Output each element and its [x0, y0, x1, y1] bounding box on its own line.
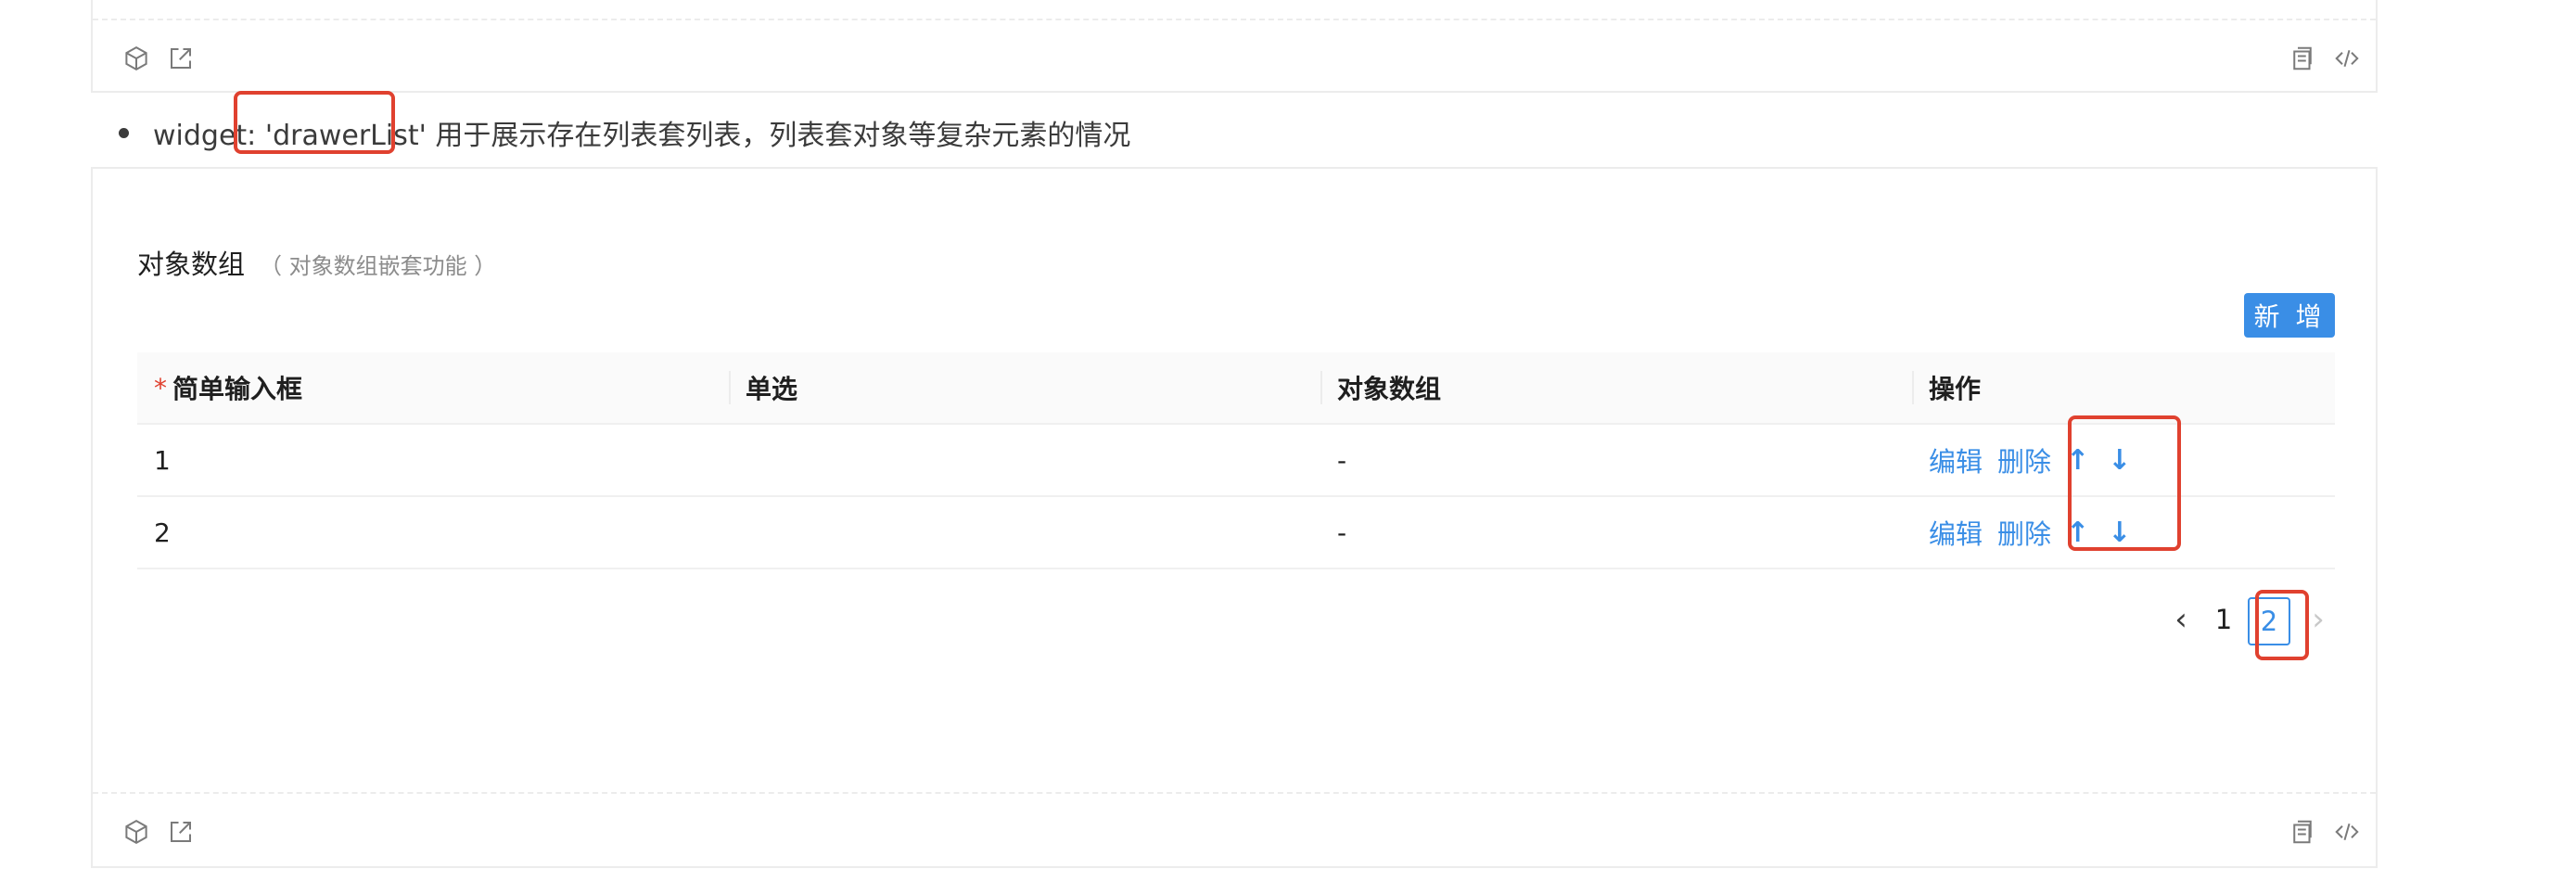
delete-link[interactable]: 删除 [1997, 441, 2051, 479]
cell-radio [729, 425, 1320, 495]
codesandbox-icon[interactable] [121, 43, 152, 74]
highlight-box-sort-arrows [2068, 415, 2181, 551]
pagination-prev-button[interactable]: ‹ [2159, 594, 2203, 645]
codesandbox-icon[interactable] [121, 816, 152, 848]
cell-object-array: - [1337, 517, 1347, 548]
column-header-label: 简单输入框 [172, 374, 303, 404]
cell-input: 2 [154, 517, 171, 548]
cell-input: 1 [154, 444, 171, 476]
column-header-label: 操作 [1929, 374, 1982, 404]
code-icon[interactable] [2331, 816, 2363, 848]
edit-link[interactable]: 编辑 [1929, 441, 1983, 479]
cell-object-array: - [1337, 444, 1347, 476]
edit-link[interactable]: 编辑 [1929, 513, 1983, 552]
highlight-box-page-2 [2255, 590, 2309, 660]
copy-icon[interactable] [2287, 816, 2318, 848]
copy-icon[interactable] [2287, 43, 2318, 74]
bullet-dot [119, 127, 129, 138]
demo-box-top [91, 0, 2378, 93]
table-row: 2 - 编辑 删除 ↑ ↓ [137, 497, 2335, 569]
data-table: * 简单输入框 单选 对象数组 操作 1 - 编辑 删除 ↑ ↓ 2 - 编辑 … [137, 352, 2335, 569]
highlight-box-drawerlist [234, 91, 395, 154]
external-link-icon[interactable] [165, 816, 197, 848]
code-icon[interactable] [2331, 43, 2363, 74]
pagination-page-1[interactable]: 1 [2203, 594, 2244, 645]
table-row: 1 - 编辑 删除 ↑ ↓ [137, 425, 2335, 497]
add-button[interactable]: 新 增 [2244, 293, 2335, 338]
external-link-icon[interactable] [165, 43, 197, 74]
demo-toolbar [93, 20, 2376, 96]
column-header-radio: 单选 [729, 352, 1320, 423]
demo-toolbar [93, 794, 2376, 870]
column-header-label: 对象数组 [1337, 374, 1442, 404]
cell-radio [729, 497, 1320, 568]
column-header-label: 单选 [746, 374, 798, 404]
section-title: 对象数组 （ 对象数组嵌套功能 ） [137, 243, 496, 282]
section-subtitle: （ 对象数组嵌套功能 ） [260, 253, 497, 279]
column-header-actions: 操作 [1912, 352, 2335, 423]
delete-link[interactable]: 删除 [1997, 513, 2051, 552]
column-header-input: * 简单输入框 [137, 352, 729, 423]
section-title-text: 对象数组 [137, 249, 246, 280]
table-header: * 简单输入框 单选 对象数组 操作 [137, 352, 2335, 425]
column-header-object-array: 对象数组 [1320, 352, 1912, 423]
required-marker: * [154, 372, 167, 403]
